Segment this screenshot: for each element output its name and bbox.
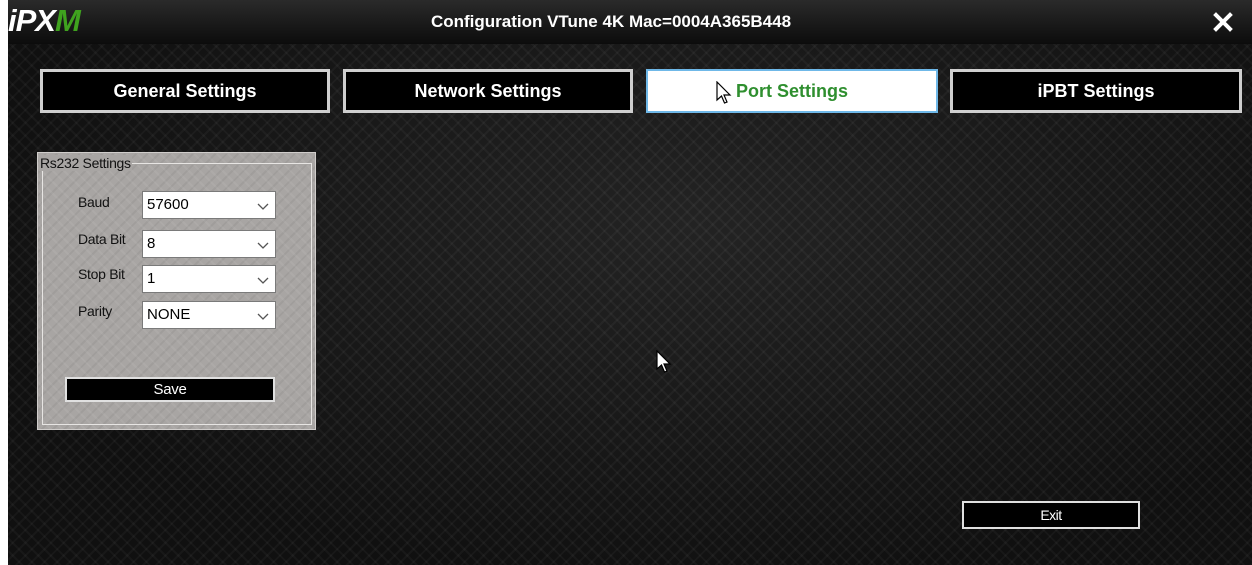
data-bit-label: Data Bit	[78, 231, 126, 247]
tab-label: Port Settings	[735, 80, 848, 101]
save-button[interactable]: Save	[65, 377, 275, 402]
chevron-down-icon	[257, 242, 269, 249]
baud-label: Baud	[78, 194, 110, 210]
chevron-down-icon	[257, 313, 269, 320]
tab-label: General Settings	[113, 80, 257, 101]
parity-value: NONE	[147, 306, 191, 323]
window-title: Configuration VTune 4K Mac=0004A365B448	[430, 12, 792, 31]
save-label: Save	[153, 381, 187, 398]
rs232-legend: Rs232 Settings	[39, 155, 132, 171]
title-bar: iPXM Configuration VTune 4K Mac=0004A365…	[8, 0, 1252, 44]
baud-value: 57600	[147, 196, 189, 213]
tab-ipbt-settings[interactable]: iPBT Settings	[950, 69, 1242, 113]
tab-label: iPBT Settings	[1037, 80, 1155, 101]
close-button[interactable]	[1206, 6, 1240, 38]
stop-bit-select[interactable]: 1	[142, 265, 276, 293]
tab-network-settings[interactable]: Network Settings	[343, 69, 633, 113]
exit-label: Exit	[1040, 507, 1062, 523]
close-icon	[1213, 12, 1233, 32]
tab-label: Network Settings	[414, 80, 562, 101]
stop-bit-label: Stop Bit	[78, 266, 125, 282]
rs232-settings-panel: Rs232 Settings Baud 57600 Data Bit 8 Sto…	[37, 152, 316, 430]
baud-select[interactable]: 57600	[142, 191, 276, 219]
stop-bit-value: 1	[147, 270, 156, 287]
parity-select[interactable]: NONE	[142, 301, 276, 329]
tab-general-settings[interactable]: General Settings	[40, 69, 330, 113]
exit-button[interactable]: Exit	[962, 501, 1140, 529]
chevron-down-icon	[257, 277, 269, 284]
parity-label: Parity	[78, 303, 112, 319]
data-bit-select[interactable]: 8	[142, 230, 276, 258]
config-window: iPXM Configuration VTune 4K Mac=0004A365…	[8, 0, 1252, 565]
tab-port-settings[interactable]: Port Settings	[646, 69, 938, 113]
data-bit-value: 8	[147, 235, 156, 252]
arrow-cursor-icon	[656, 350, 672, 373]
chevron-down-icon	[257, 203, 269, 210]
